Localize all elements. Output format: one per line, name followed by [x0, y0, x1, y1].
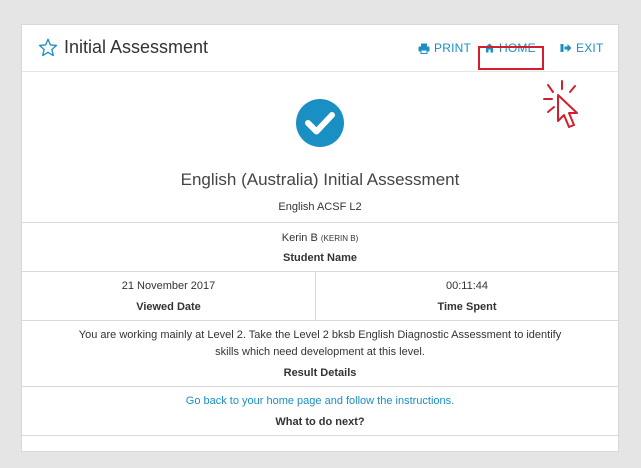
exit-icon: [560, 43, 576, 53]
result-text-line-1: You are working mainly at Level 2. Take …: [78, 329, 562, 341]
star-icon[interactable]: [38, 38, 58, 57]
student-username: (KERIN B): [320, 234, 359, 243]
page-title: Initial Assessment: [64, 37, 209, 57]
result-details-label: Result Details: [283, 367, 357, 379]
divider: [22, 222, 618, 223]
divider: [22, 435, 618, 436]
divider: [22, 271, 618, 272]
divider: [22, 386, 618, 387]
exit-button[interactable]: EXIT: [560, 41, 603, 55]
column-divider: [315, 271, 316, 320]
print-label: PRINT: [434, 41, 471, 55]
student-name: Kerin B: [281, 232, 318, 244]
student-name-label: Student Name: [283, 252, 357, 264]
result-text-line-2: skills which need development at this le…: [215, 346, 425, 358]
check-circle-icon: [295, 98, 345, 153]
background-frame: Initial Assessment PRINT HOME EXIT Engli…: [0, 0, 641, 468]
print-button[interactable]: PRINT: [418, 41, 471, 55]
divider: [22, 320, 618, 321]
student-name-value: Kerin B (KERIN B): [22, 232, 618, 244]
time-spent-value: 00:11:44: [445, 280, 488, 292]
printer-icon: [418, 43, 434, 54]
assessment-subtitle: English ACSF L2: [278, 201, 362, 213]
time-spent-label: Time Spent: [437, 301, 497, 313]
exit-label: EXIT: [576, 41, 604, 55]
viewed-date-value: 21 November 2017: [121, 280, 216, 292]
home-highlight-box: [478, 46, 544, 70]
assessment-card: Initial Assessment PRINT HOME EXIT Engli…: [21, 24, 619, 452]
title-group: Initial Assessment: [38, 37, 208, 58]
assessment-title: English (Australia) Initial Assessment: [180, 170, 460, 189]
next-steps-link[interactable]: Go back to your home page and follow the…: [22, 395, 618, 407]
viewed-date-label: Viewed Date: [136, 301, 201, 313]
pointer-cursor-icon: [534, 79, 594, 140]
next-steps-label: What to do next?: [275, 416, 365, 428]
